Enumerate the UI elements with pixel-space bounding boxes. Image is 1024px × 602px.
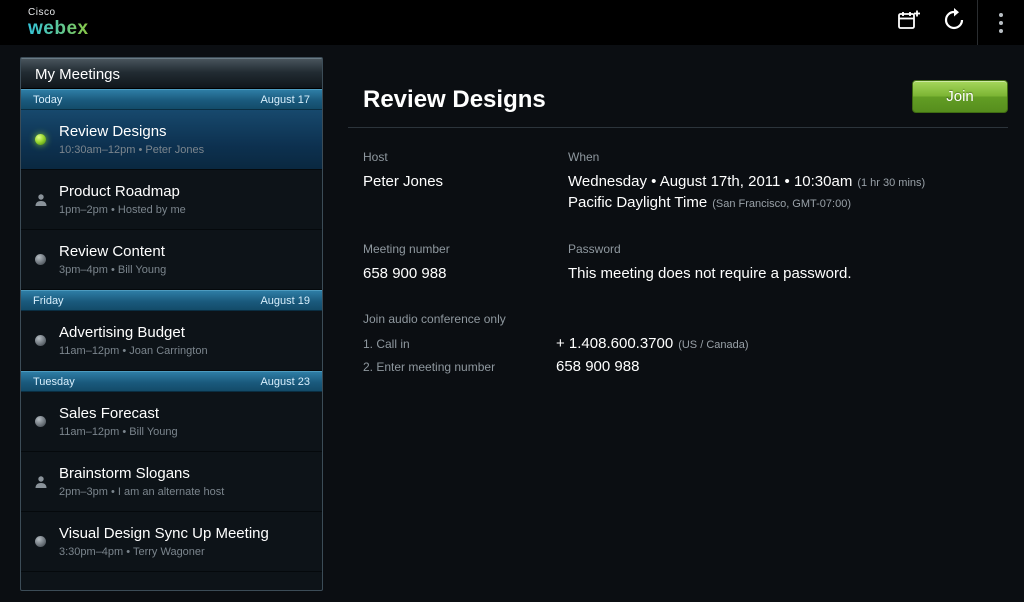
meeting-number-value: 658 900 988 bbox=[363, 264, 568, 284]
audio-conference-section: Join audio conference only 1. Call in + … bbox=[363, 312, 1003, 377]
when-duration-note: (1 hr 30 mins) bbox=[857, 177, 925, 189]
audio-step2-value: 658 900 988 bbox=[556, 357, 1003, 377]
day-label: Tuesday bbox=[33, 376, 75, 388]
meeting-subtitle: 10:30am–12pm • Peter Jones bbox=[59, 144, 204, 156]
when-timezone: Pacific Daylight Time bbox=[568, 194, 707, 211]
meeting-subtitle: 1pm–2pm • Hosted by me bbox=[59, 204, 186, 216]
day-header: Today August 17 bbox=[21, 89, 322, 110]
top-bar: Cisco webex bbox=[0, 0, 1024, 45]
my-meetings-title: My Meetings bbox=[21, 58, 322, 89]
meeting-title: Brainstorm Slogans bbox=[59, 465, 224, 482]
when-timezone-note: (San Francisco, GMT-07:00) bbox=[712, 198, 851, 210]
when-datetime: Wednesday • August 17th, 2011 • 10:30am bbox=[568, 173, 852, 190]
meeting-list-item[interactable]: Visual Design Sync Up Meeting 3:30pm–4pm … bbox=[21, 512, 322, 572]
schedule-meeting-button[interactable] bbox=[885, 0, 931, 45]
meeting-title: Product Roadmap bbox=[59, 183, 186, 200]
host-person-icon bbox=[33, 193, 48, 207]
my-meetings-panel: My Meetings Today August 17 Review Designs… bbox=[20, 57, 323, 591]
password-label: Password bbox=[568, 242, 1003, 256]
meeting-status-icon bbox=[35, 536, 46, 547]
meeting-detail-fields: Host Peter Jones When Wednesday • August… bbox=[363, 150, 1003, 377]
when-label: When bbox=[568, 150, 1003, 164]
meeting-status-icon bbox=[35, 254, 46, 265]
cisco-webex-logo: Cisco webex bbox=[28, 8, 89, 38]
audio-step1-label: 1. Call in bbox=[363, 334, 556, 354]
refresh-icon bbox=[942, 8, 966, 37]
logo-webex-text: webex bbox=[28, 19, 89, 38]
meeting-subtitle: 11am–12pm • Joan Carrington bbox=[59, 345, 208, 357]
meeting-title: Advertising Budget bbox=[59, 324, 208, 341]
meeting-status-icon bbox=[35, 335, 46, 346]
password-value: This meeting does not require a password… bbox=[568, 264, 1003, 284]
day-header: Friday August 19 bbox=[21, 290, 322, 311]
overflow-menu-button[interactable] bbox=[978, 0, 1024, 45]
date-label: August 19 bbox=[260, 295, 310, 307]
day-header: Tuesday August 23 bbox=[21, 371, 322, 392]
meeting-subtitle: 11am–12pm • Bill Young bbox=[59, 426, 178, 438]
date-label: August 23 bbox=[260, 376, 310, 388]
meeting-number-label: Meeting number bbox=[363, 242, 568, 256]
meeting-list: Today August 17 Review Designs 10:30am–12pm… bbox=[21, 89, 322, 572]
host-field: Host Peter Jones bbox=[363, 150, 568, 214]
in-progress-icon bbox=[35, 134, 46, 145]
when-field: When Wednesday • August 17th, 2011 • 10:… bbox=[568, 150, 1003, 214]
date-label: August 17 bbox=[260, 94, 310, 106]
overflow-menu-icon bbox=[999, 13, 1003, 33]
logo-cisco-text: Cisco bbox=[28, 8, 89, 18]
meeting-subtitle: 3:30pm–4pm • Terry Wagoner bbox=[59, 546, 269, 558]
host-label: Host bbox=[363, 150, 568, 164]
meeting-subtitle: 3pm–4pm • Bill Young bbox=[59, 264, 166, 276]
meeting-list-item[interactable]: Brainstorm Slogans 2pm–3pm • I am an alte… bbox=[21, 452, 322, 512]
meeting-list-item[interactable]: Product Roadmap 1pm–2pm • Hosted by me bbox=[21, 170, 322, 230]
when-line1: Wednesday • August 17th, 2011 • 10:30am (… bbox=[568, 172, 1003, 193]
meeting-title: Sales Forecast bbox=[59, 405, 178, 422]
meeting-list-item[interactable]: Sales Forecast 11am–12pm • Bill Young bbox=[21, 392, 322, 452]
join-button[interactable]: Join bbox=[912, 80, 1008, 113]
meeting-list-item[interactable]: Review Designs 10:30am–12pm • Peter Jones bbox=[21, 110, 322, 170]
meeting-title: Visual Design Sync Up Meeting bbox=[59, 525, 269, 542]
detail-divider bbox=[348, 127, 1008, 128]
day-label: Today bbox=[33, 94, 62, 106]
audio-step2-label: 2. Enter meeting number bbox=[363, 357, 556, 377]
meeting-number-field: Meeting number 658 900 988 bbox=[363, 242, 568, 284]
password-field: Password This meeting does not require a… bbox=[568, 242, 1003, 284]
meeting-status-icon bbox=[35, 416, 46, 427]
refresh-button[interactable] bbox=[931, 0, 977, 45]
when-line2: Pacific Daylight Time (San Francisco, GMT… bbox=[568, 193, 1003, 214]
meeting-title: Review Content bbox=[59, 243, 166, 260]
host-person-icon bbox=[33, 475, 48, 489]
meeting-title: Review Designs bbox=[59, 123, 204, 140]
meeting-subtitle: 2pm–3pm • I am an alternate host bbox=[59, 486, 224, 498]
audio-step1-value: + 1.408.600.3700 (US / Canada) bbox=[556, 334, 1003, 355]
call-in-region-note: (US / Canada) bbox=[678, 339, 748, 351]
call-in-number: + 1.408.600.3700 bbox=[556, 335, 673, 352]
calendar-add-icon bbox=[896, 8, 920, 37]
host-value: Peter Jones bbox=[363, 172, 568, 192]
audio-conference-label: Join audio conference only bbox=[363, 312, 1003, 326]
day-label: Friday bbox=[33, 295, 64, 307]
meeting-list-item[interactable]: Review Content 3pm–4pm • Bill Young bbox=[21, 230, 322, 290]
meeting-list-item[interactable]: Advertising Budget 11am–12pm • Joan Carri… bbox=[21, 311, 322, 371]
meeting-detail-title: Review Designs bbox=[363, 86, 546, 114]
